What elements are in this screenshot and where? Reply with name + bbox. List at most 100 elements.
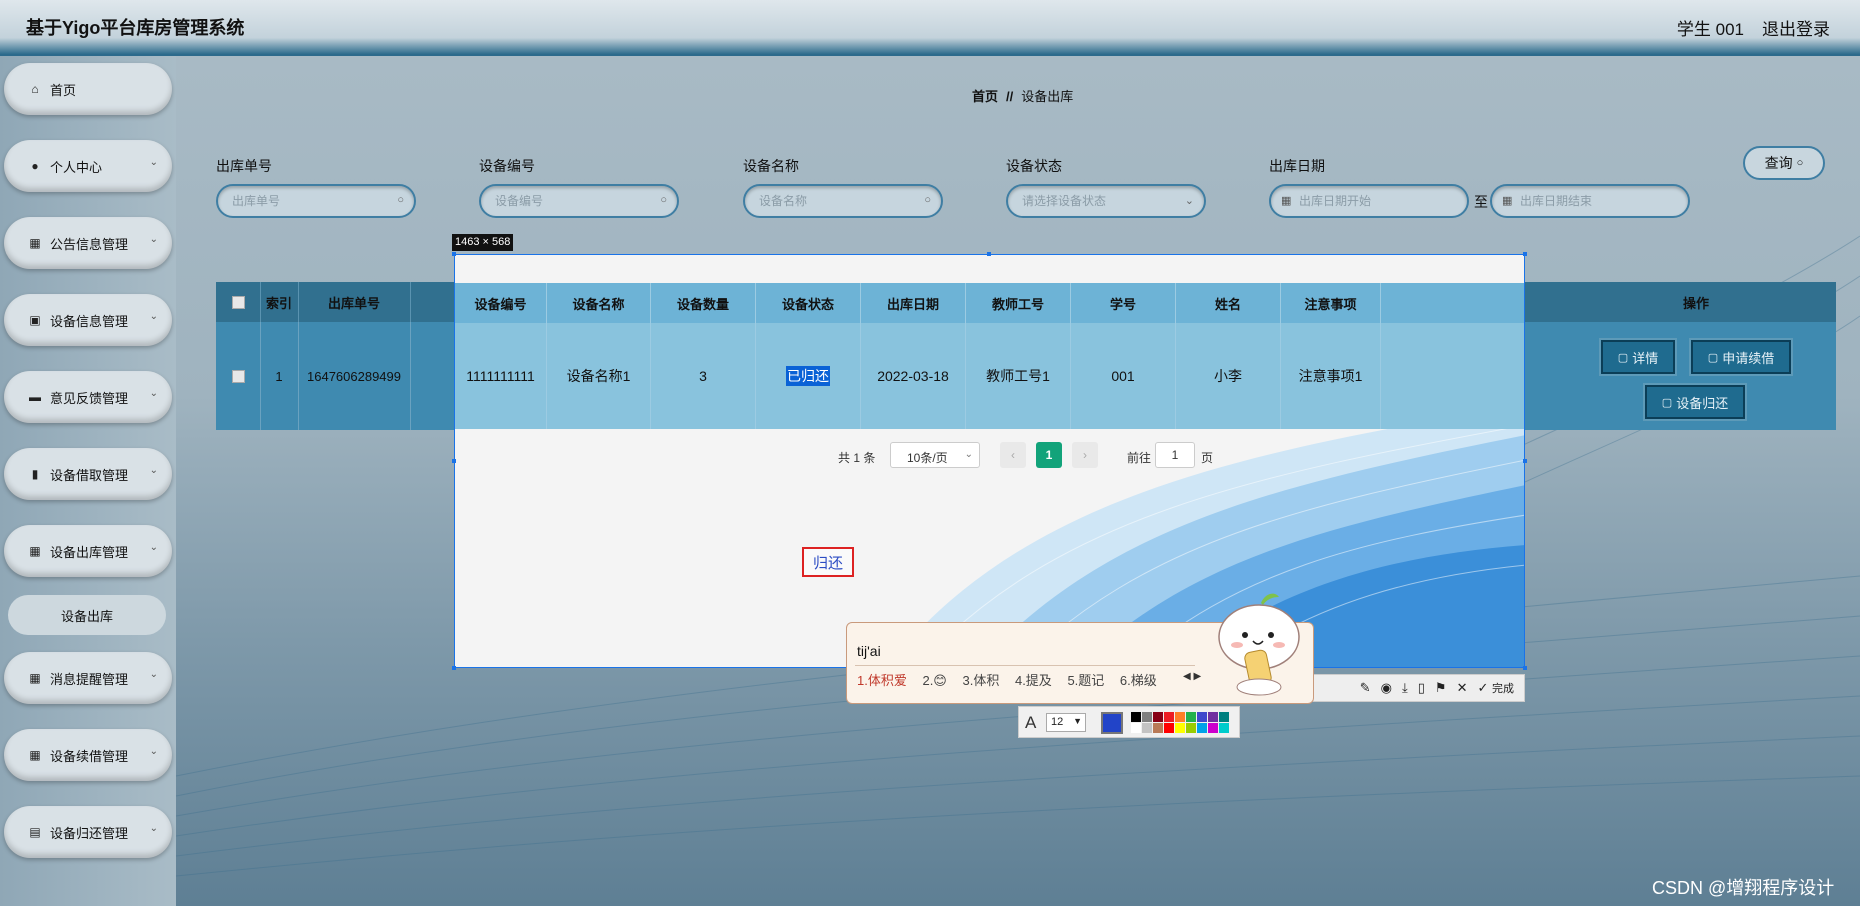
device-status-label: 设备状态 [1006,158,1062,174]
document-icon: ▢ [1661,396,1673,409]
color-swatch[interactable] [1186,712,1196,722]
done-button[interactable]: ✓ 完成 [1477,680,1514,696]
screenshot-selection[interactable]: 设备编号 设备名称 设备数量 设备状态 出库日期 教师工号 学号 姓名 注意事项… [454,254,1525,668]
sidebar-item-messages[interactable]: ▦ 消息提醒管理 ⌄ [4,652,172,704]
goto-page-input[interactable]: 1 [1155,442,1195,468]
cell-device-name: 设备名称1 [547,323,651,429]
prev-page-button[interactable]: ‹ [1000,442,1026,468]
color-swatch[interactable] [1142,712,1152,722]
resize-handle[interactable] [1523,666,1527,670]
breadcrumb-home[interactable]: 首页 [972,89,998,104]
device-no-input[interactable] [481,186,677,216]
sidebar-item-personal-center[interactable]: ● 个人中心 ⌄ [4,140,172,192]
sidebar-item-return[interactable]: ▤ 设备归还管理 ⌄ [4,806,172,858]
search-icon: ○ [660,194,667,206]
sidebar-item-borrow[interactable]: ▮ 设备借取管理 ⌄ [4,448,172,500]
page-number-current[interactable]: 1 [1036,442,1062,468]
resize-handle[interactable] [452,666,456,670]
page-size-value: 10条/页 [907,451,948,465]
color-swatch[interactable] [1197,723,1207,733]
page-size-select[interactable]: 10条/页 ⌄ [890,442,980,468]
cell-status: 已归还 [756,323,861,429]
ime-candidate[interactable]: 6.梯级 [1120,673,1157,688]
next-page-button[interactable]: › [1072,442,1098,468]
color-swatch[interactable] [1219,712,1229,722]
chevron-down-icon: ⌄ [149,542,158,553]
ime-candidate-window: tij'ai 1.体积爱 2.😊 3.体积 4.提及 5.题记 6.梯级 ◀ ▶ [846,593,1314,704]
return-button[interactable]: ▢ 设备归还 [1645,385,1745,419]
color-swatch[interactable] [1219,723,1229,733]
sidebar-item-renewal[interactable]: ▦ 设备续借管理 ⌄ [4,729,172,781]
chevron-down-icon: ⌄ [149,746,158,757]
ime-candidate[interactable]: 5.题记 [1067,673,1104,688]
device-name-input[interactable] [745,186,941,216]
record-icon[interactable]: ◉ [1381,680,1392,696]
color-swatch[interactable] [1142,723,1152,733]
color-swatch[interactable] [1131,712,1141,722]
detail-button[interactable]: ▢ 详情 [1601,340,1675,374]
color-swatch[interactable] [1208,712,1218,722]
select-all-checkbox[interactable] [231,295,245,309]
date-end-input[interactable] [1492,186,1688,216]
sidebar-item-label: 消息提醒管理 [50,671,129,687]
ime-candidate[interactable]: 3.体积 [963,673,1000,688]
sidebar-item-home[interactable]: ⌂ 首页 [4,63,172,115]
download-icon[interactable]: ⤓ [1402,680,1408,696]
color-swatch[interactable] [1153,712,1163,722]
status-value-selected[interactable]: 已归还 [786,366,830,386]
close-icon[interactable]: ✕ [1457,680,1468,696]
chevron-down-icon: ⌄ [149,669,158,680]
row-checkbox[interactable] [231,369,245,383]
logout-link[interactable]: 退出登录 [1762,15,1830,40]
sidebar-subitem-outbound[interactable]: 设备出库 [8,595,166,635]
color-swatch[interactable] [1164,712,1174,722]
sidebar-item-label: 个人中心 [50,159,103,175]
color-swatch[interactable] [1208,723,1218,733]
color-swatch[interactable] [1153,723,1163,733]
ime-candidate[interactable]: 2.😊 [922,673,946,688]
pin-icon[interactable]: ✎ [1360,680,1371,696]
device-status-input[interactable] [1008,186,1204,216]
sidebar-item-announcements[interactable]: ▦ 公告信息管理 ⌄ [4,217,172,269]
text-annotation-box[interactable]: 归还 [802,547,854,577]
color-swatch[interactable] [1131,723,1141,733]
date-start-input[interactable] [1271,186,1467,216]
color-swatch[interactable] [1197,712,1207,722]
search-button[interactable]: 查询 ○ [1743,146,1825,180]
cell-index: 1 [260,322,299,430]
current-color-swatch[interactable] [1101,712,1123,734]
col-header-teacher-no: 教师工号 [966,283,1071,323]
renew-button[interactable]: ▢ 申请续借 [1691,340,1791,374]
caret-down-icon: ▼ [1073,716,1082,726]
resize-handle[interactable] [452,459,456,463]
home-icon: ⌂ [31,82,39,96]
chevron-down-icon: ⌄ [1184,195,1194,207]
color-swatch[interactable] [1175,712,1185,722]
cell-name: 小李 [1176,323,1281,429]
resize-handle[interactable] [987,252,991,256]
grid-icon: ▦ [29,236,41,250]
color-swatch[interactable] [1186,723,1196,733]
ime-page-arrows[interactable]: ◀ ▶ [1183,671,1201,682]
color-swatch[interactable] [1164,723,1174,733]
ime-candidate[interactable]: 1.体积爱 [857,673,907,688]
color-swatch[interactable] [1175,723,1185,733]
order-no-input[interactable] [218,186,414,216]
resize-handle[interactable] [1523,459,1527,463]
phone-icon[interactable]: ▯ [1418,680,1425,696]
grid-icon: ▦ [29,748,41,762]
breadcrumb-separator: // [1006,89,1014,104]
cell-teacher-no: 教师工号1 [966,323,1071,429]
sidebar-item-device-info[interactable]: ▣ 设备信息管理 ⌄ [4,294,172,346]
sidebar-item-outbound[interactable]: ▦ 设备出库管理 ⌄ [4,525,172,577]
ime-candidate[interactable]: 4.提及 [1015,673,1052,688]
sidebar-item-feedback[interactable]: ▬ 意见反馈管理 ⌄ [4,371,172,423]
resize-handle[interactable] [452,252,456,256]
bookmark-icon[interactable]: ⚑ [1435,680,1447,696]
device-name-input-wrapper: ○ [743,184,943,218]
current-user: 学生 001 [1676,20,1744,39]
device-status-select[interactable]: ⌄ [1006,184,1206,218]
row-checkbox-cell [216,322,261,430]
font-size-select[interactable]: 12 ▼ [1046,713,1086,732]
resize-handle[interactable] [1523,252,1527,256]
